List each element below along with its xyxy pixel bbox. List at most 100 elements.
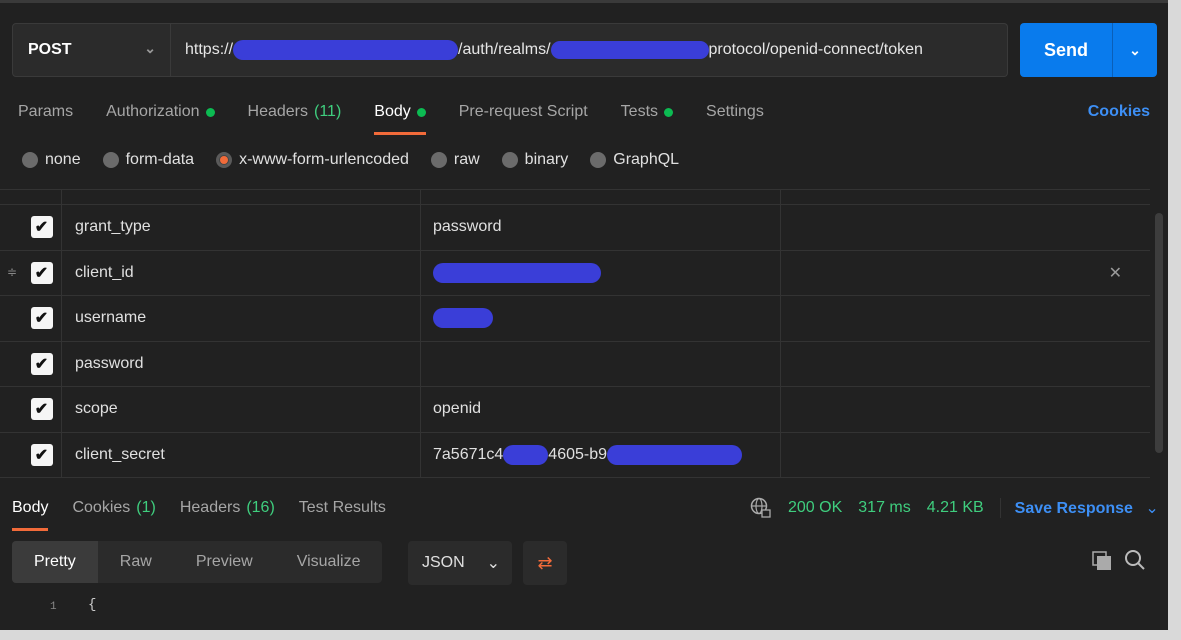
tab-label: Pre-request Script [458, 103, 588, 120]
value-cell[interactable]: password [421, 205, 781, 250]
param-key: scope [75, 400, 118, 418]
body-type-radios: none form-data x-www-form-urlencoded raw bin… [22, 151, 679, 169]
scrollbar[interactable] [1155, 213, 1163, 453]
tab-body[interactable]: Body [374, 97, 427, 135]
tab-label: Params [18, 103, 74, 120]
key-cell[interactable]: scope [62, 387, 421, 432]
radio-button[interactable] [22, 152, 38, 168]
radio-button[interactable] [501, 152, 518, 168]
view-tab-pretty[interactable]: Pretty [12, 541, 98, 583]
value-cell[interactable]: 7a5671c4 4605-b9 [421, 432, 781, 477]
wrap-lines-button[interactable]: ⇄ [523, 541, 567, 585]
radio-button[interactable] [216, 152, 233, 168]
table-row: ✔ grant_type password [0, 205, 1150, 251]
checkbox[interactable]: ✔ [30, 443, 53, 466]
status-dot [416, 107, 426, 117]
drag-handle-icon[interactable]: ≑ [7, 265, 17, 279]
cookies-link[interactable]: Cookies [1088, 103, 1150, 121]
postman-window: POST ⌄ https:// /auth/realms/ protocol/op… [0, 0, 1168, 630]
checkbox[interactable]: ✔ [30, 398, 53, 421]
param-key: grant_type [75, 218, 151, 236]
params-table: ✔ grant_type password ✔ ≑ client_id ✕ ✔ username… [0, 189, 1150, 478]
tab-cookies[interactable]: Cookies (1) [72, 493, 155, 523]
tab-headers[interactable]: Headers (16) [180, 493, 275, 523]
checkbox-cell: ✔ ≑ [0, 250, 62, 295]
value-cell[interactable]: openid [421, 387, 781, 432]
description-cell[interactable] [781, 342, 1150, 387]
key-cell[interactable]: client_id [62, 250, 421, 295]
tab-test-results[interactable]: Test Results [299, 493, 386, 523]
radio-none[interactable]: none [22, 151, 81, 169]
radio-label: form-data [125, 151, 195, 168]
radio-binary[interactable]: binary [501, 151, 568, 169]
value-cell[interactable] [421, 341, 781, 386]
radio-label: GraphQL [613, 151, 680, 168]
tab-label: Body [374, 103, 411, 120]
close-icon[interactable]: ✕ [1109, 263, 1122, 283]
tab-params[interactable]: Params [18, 97, 73, 127]
value-cell[interactable] [421, 296, 781, 341]
table-row: ✔ username [0, 296, 1150, 342]
description-cell[interactable] [781, 205, 1150, 250]
tab-pre-request-script[interactable]: Pre-request Script [459, 97, 588, 127]
view-tabs: Pretty Raw Preview Visualize [12, 541, 383, 583]
radio-raw[interactable]: raw [430, 151, 480, 169]
view-tab-visualize[interactable]: Visualize [275, 541, 383, 583]
description-cell[interactable] [781, 296, 1150, 341]
tab-body[interactable]: Body [12, 493, 49, 531]
param-value-part: 4605-b9 [548, 445, 608, 463]
send-label[interactable]: Send [1020, 23, 1113, 77]
checkbox[interactable]: ✔ [30, 216, 53, 239]
checkbox[interactable]: ✔ [30, 261, 53, 284]
view-tab-raw[interactable]: Raw [98, 541, 174, 583]
copy-icon[interactable] [1092, 551, 1112, 571]
description-cell[interactable] [781, 387, 1150, 432]
redaction [233, 40, 459, 60]
response-status: 200 OK 317 ms 4.21 KB Save Response ⌄ [750, 497, 1159, 519]
method-label: POST [28, 41, 72, 58]
table-row: ✔ client_secret 7a5671c4 4605-b9 [0, 432, 1150, 478]
chevron-down-icon: ⌄ [486, 555, 501, 572]
format-select[interactable]: JSON ⌄ [408, 541, 512, 585]
tab-label: Test Results [298, 499, 386, 516]
description-cell[interactable] [781, 433, 1150, 478]
request-tabs: Params Authorization Headers (11) Body Pre-re… [18, 97, 797, 135]
view-tab-preview[interactable]: Preview [174, 541, 275, 583]
tab-settings[interactable]: Settings [706, 97, 764, 127]
radio-GraphQL[interactable]: GraphQL [590, 151, 679, 169]
wrap-icon: ⇄ [537, 552, 553, 573]
redaction [433, 262, 601, 283]
editor-text[interactable]: { [88, 597, 96, 613]
method-select[interactable]: POST ⌄ [12, 23, 171, 77]
url-input[interactable]: https:// /auth/realms/ protocol/openid-c… [171, 23, 1008, 77]
search-icon[interactable] [1124, 549, 1146, 571]
send-button[interactable]: Send ⌄ [1020, 23, 1157, 77]
radio-form-data[interactable]: form-data [102, 151, 195, 169]
checkbox-cell: ✔ [0, 296, 62, 341]
globe-lock-icon[interactable] [750, 497, 772, 519]
description-cell[interactable]: ✕ [781, 251, 1150, 296]
radio-button[interactable] [590, 152, 607, 168]
checkbox-cell: ✔ [0, 432, 62, 477]
radio-button[interactable] [430, 152, 447, 168]
tab-label: Headers [247, 103, 308, 120]
chevron-down-icon[interactable]: ⌄ [1113, 23, 1157, 77]
key-cell[interactable]: username [62, 296, 421, 341]
key-cell[interactable]: grant_type [62, 205, 421, 250]
radio-x-www-form-urlencoded[interactable]: x-www-form-urlencoded [216, 151, 409, 169]
tab-label: Settings [706, 103, 764, 120]
save-response-button[interactable]: Save Response ⌄ [999, 498, 1159, 518]
tab-authorization[interactable]: Authorization [106, 97, 215, 127]
tab-count: (11) [314, 103, 342, 120]
key-cell[interactable]: password [62, 341, 421, 386]
value-cell[interactable] [421, 250, 781, 295]
key-cell[interactable]: client_secret [62, 432, 421, 477]
radio-button[interactable] [102, 152, 119, 168]
tab-headers[interactable]: Headers (11) [248, 97, 342, 127]
table-row: ✔ password [0, 341, 1150, 387]
checkbox[interactable]: ✔ [30, 307, 53, 330]
checkbox[interactable]: ✔ [30, 352, 53, 375]
radio-label: x-www-form-urlencoded [239, 151, 409, 168]
tab-tests[interactable]: Tests [621, 97, 674, 127]
response-size: 4.21 KB [926, 499, 984, 516]
